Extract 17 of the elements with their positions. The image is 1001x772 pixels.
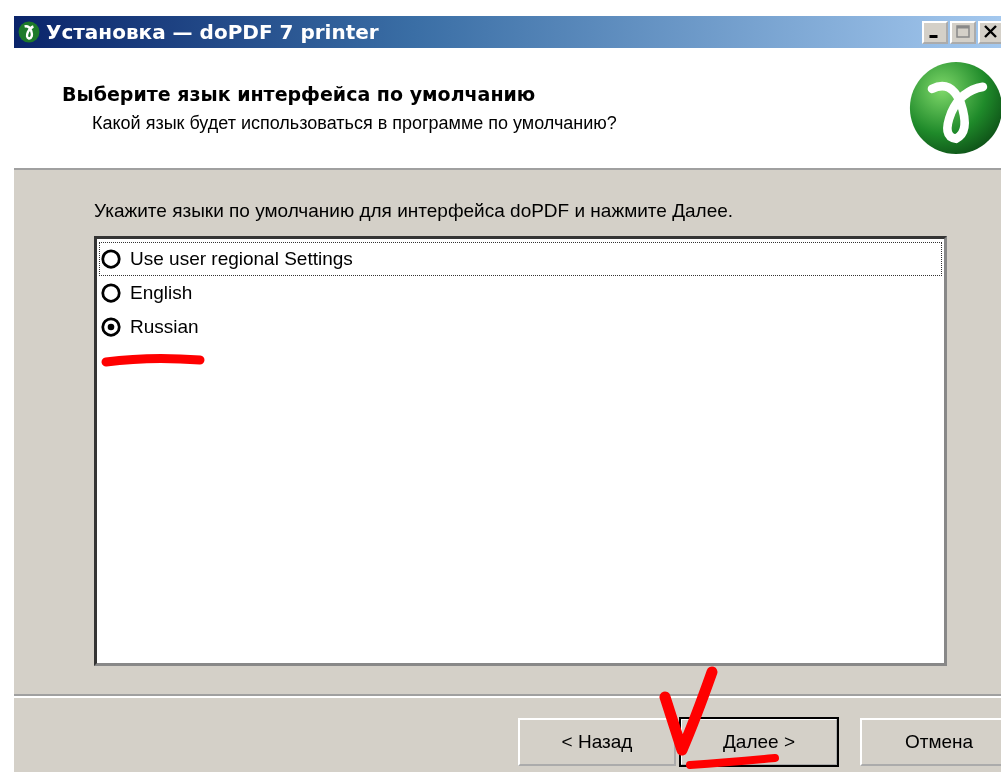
language-option[interactable]: Use user regional Settings [99, 242, 942, 276]
radio-button[interactable] [100, 282, 122, 304]
dialog-button[interactable]: Отмена [860, 718, 1001, 766]
maximize-icon [953, 23, 973, 41]
page-heading: Выберите язык интерфейса по умолчанию [62, 82, 537, 105]
radio-button[interactable] [100, 316, 122, 338]
window-title: Установка — doPDF 7 printer [46, 20, 380, 44]
close-button[interactable] [978, 20, 1001, 44]
minimize-icon [929, 34, 938, 38]
app-logo-icon [18, 21, 40, 43]
language-option[interactable]: English [99, 276, 942, 310]
radio-button[interactable] [100, 248, 122, 270]
language-option[interactable]: Russian [99, 310, 942, 344]
instruction-text: Укажите языки по умолчанию для интерфейса doPDF и нажмите Далее. [94, 200, 735, 222]
dialog-button[interactable]: < Назад [518, 718, 676, 766]
page-subheading: Какой язык будет использоваться в программе по умолчанию? [91, 112, 618, 134]
minimize-button[interactable] [922, 20, 948, 44]
